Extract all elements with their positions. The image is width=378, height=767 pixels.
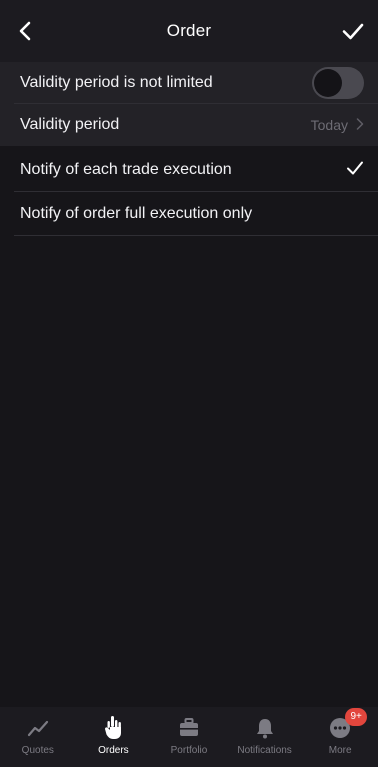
validity-unlimited-label: Validity period is not limited	[20, 74, 213, 91]
more-dots-icon: 9+	[327, 708, 368, 741]
notify-full-execution-option[interactable]: Notify of order full execution only	[0, 192, 378, 236]
checkmark-icon[interactable]	[340, 19, 366, 43]
tab-bar: Quotes Orders Portfolio Notifications 9+…	[0, 707, 378, 767]
validity-settings-group: Validity period is not limited Validity …	[0, 62, 378, 146]
bell-icon	[252, 715, 278, 741]
notify-each-execution-label: Notify of each trade execution	[20, 161, 232, 178]
chart-line-icon	[25, 715, 51, 741]
tab-orders[interactable]: Orders	[77, 715, 149, 756]
page-title: Order	[166, 21, 212, 40]
tab-quotes[interactable]: Quotes	[2, 715, 74, 756]
validity-period-value-wrap: Today	[311, 117, 364, 133]
notification-options-group: Notify of each trade execution Notify of…	[0, 148, 378, 236]
notify-full-execution-label: Notify of order full execution only	[20, 205, 253, 222]
validity-period-value: Today	[310, 117, 348, 133]
tab-label: Orders	[98, 745, 129, 756]
chevron-right-icon	[356, 117, 364, 133]
navigation-bar: Order	[0, 0, 378, 62]
tab-label: Portfolio	[170, 745, 208, 756]
notification-count-badge: 9+	[345, 708, 368, 726]
tab-label: Notifications	[237, 745, 292, 756]
briefcase-icon	[176, 715, 202, 741]
validity-period-row[interactable]: Validity period Today	[0, 104, 378, 146]
tab-label: More	[328, 745, 352, 756]
tab-notifications[interactable]: Notifications	[229, 715, 301, 756]
validity-unlimited-toggle[interactable]	[312, 67, 364, 99]
chevron-left-icon[interactable]	[14, 19, 38, 43]
validity-unlimited-row[interactable]: Validity period is not limited	[0, 62, 378, 104]
toggle-knob	[314, 69, 342, 97]
validity-period-label: Validity period	[20, 116, 120, 133]
notify-each-execution-option[interactable]: Notify of each trade execution	[0, 148, 378, 192]
hand-pointer-icon	[100, 715, 126, 741]
tab-label: Quotes	[21, 745, 54, 756]
tab-more[interactable]: 9+ More	[304, 708, 376, 756]
checkmark-icon	[346, 160, 364, 181]
tab-portfolio[interactable]: Portfolio	[153, 715, 225, 756]
